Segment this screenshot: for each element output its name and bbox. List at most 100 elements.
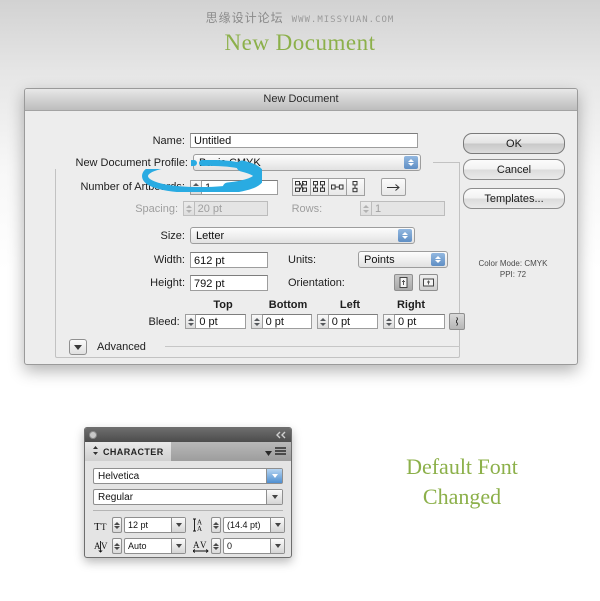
spacing-stepper [183,201,194,216]
dialog-body: Name: Untitled New Document Profile: Bas… [25,111,577,364]
tracking-stepper[interactable] [211,538,221,554]
profile-select[interactable]: Basic CMYK [193,154,421,171]
leading-stepper[interactable] [211,517,221,533]
name-input[interactable]: Untitled [190,133,418,148]
stepper-arrows-icon [404,156,418,169]
grid-by-column-icon[interactable] [310,178,329,196]
spacing-label: Spacing: [135,202,179,215]
name-label: Name: [152,134,185,147]
size-value: Letter [196,230,225,242]
arrange-by-row-icon[interactable] [328,178,347,196]
svg-text:A: A [193,540,200,550]
profile-value: Basic CMYK [199,157,261,169]
bleed-right-stepper[interactable] [383,314,394,329]
rows-label: Rows: [291,202,323,215]
advanced-disclosure-triangle-icon[interactable] [69,339,87,355]
font-size-value: 12 pt [128,520,149,530]
note-line-2: Changed [422,484,502,509]
tracking-field[interactable]: 0 [223,538,285,554]
advanced-divider [165,346,460,347]
kerning-dropdown-icon[interactable] [171,539,185,553]
tracking-value: 0 [227,541,233,551]
kerning-tracking-row: AV Auto AV 0 [93,538,285,554]
tracking-dropdown-icon[interactable] [270,539,284,553]
font-family-field[interactable]: Helvetica [93,468,283,484]
panel-menu-caret-icon[interactable] [265,443,272,461]
panel-close-icon[interactable] [89,431,97,439]
arrange-by-column-icon[interactable] [346,178,365,196]
advanced-label: Advanced [97,341,146,353]
artboards-row: Number of Artboards: 1 [25,178,445,196]
font-size-field[interactable]: 12 pt [124,517,186,533]
rows-input: 1 [371,201,446,216]
dialog-title-bar: New Document [25,89,577,111]
bleed-left-input[interactable]: 0 pt [327,314,379,329]
bleed-link-chain-icon[interactable] [448,313,465,330]
bleed-top-input[interactable]: 0 pt [195,314,246,329]
height-input[interactable]: 792 pt [190,274,268,291]
arrow-direction-button[interactable] [381,178,406,196]
font-size-cell: TT 12 pt [93,517,186,533]
font-style-field[interactable]: Regular [93,489,283,505]
ok-button[interactable]: OK [463,133,565,154]
svg-text:A: A [197,525,202,532]
width-input[interactable]: 612 pt [190,251,268,268]
profile-label: New Document Profile: [25,156,191,169]
spacing-input: 20 pt [193,201,268,216]
tracking-icon: AV [192,538,209,554]
bleed-bottom-stepper[interactable] [250,314,262,329]
note-line-1: Default Font [406,454,518,479]
name-row: Name: Untitled [25,133,425,148]
kerning-stepper[interactable] [112,538,122,554]
advanced-row: Advanced [69,339,146,355]
height-label: Height: [150,276,185,289]
orientation-landscape-icon[interactable] [419,274,438,291]
svg-text:T: T [101,522,107,532]
kerning-field[interactable]: Auto [124,538,186,554]
orientation-label: Orientation: [288,276,345,289]
svg-text:V: V [200,540,207,550]
orientation-portrait-icon[interactable] [394,274,413,291]
artboards-input[interactable]: 1 [201,179,278,195]
size-select[interactable]: Letter [190,227,415,244]
width-label: Width: [153,253,185,266]
panel-title-bar [85,428,291,442]
bleed-bottom-header: Bottom [268,299,308,311]
font-style-dropdown-icon[interactable] [266,490,282,504]
font-family-dropdown-icon[interactable] [266,469,282,483]
bleed-left-stepper[interactable] [317,314,328,329]
templates-button[interactable]: Templates... [463,188,565,209]
font-style-value: Regular [98,492,134,503]
svg-text:A: A [94,541,101,551]
cancel-button[interactable]: Cancel [463,159,565,180]
bleed-row: Bleed: 0 pt 0 pt 0 pt 0 pt [25,313,465,330]
watermark-header: 思缘设计论坛 WWW.MISSYUAN.COM New Document [0,0,600,56]
panel-resize-arrows-icon [92,446,99,457]
kerning-value: Auto [128,541,147,551]
bleed-label: Bleed: [148,315,180,328]
svg-text:V: V [101,541,108,551]
leading-value: (14.4 pt) [227,520,261,530]
size-row: Size: Letter [25,227,445,244]
leading-dropdown-icon[interactable] [270,518,284,532]
artboard-layout-buttons [292,178,365,196]
leading-field[interactable]: (14.4 pt) [223,517,285,533]
bleed-top-stepper[interactable] [184,314,196,329]
panel-menu-icon[interactable] [275,443,286,461]
bleed-top-header: Top [213,299,233,311]
grid-by-row-icon[interactable] [292,178,311,196]
panel-body: Helvetica Regular TT 12 pt A A (14.4 pt) … [85,461,291,554]
font-size-dropdown-icon[interactable] [171,518,185,532]
bleed-bottom-input[interactable]: 0 pt [261,314,313,329]
bleed-right-input[interactable]: 0 pt [393,314,445,329]
units-label: Units: [288,253,317,266]
leading-cell: AA (14.4 pt) [192,517,285,533]
units-select[interactable]: Points [358,251,448,268]
artboards-stepper[interactable] [190,179,201,195]
size-leading-row: TT 12 pt AA (14.4 pt) [93,517,285,533]
artboards-label: Number of Artboards: [80,181,185,193]
kerning-icon: AV [93,538,110,554]
font-family-value: Helvetica [98,471,140,482]
tab-character[interactable]: CHARACTER [85,442,171,461]
font-size-stepper[interactable] [112,517,122,533]
